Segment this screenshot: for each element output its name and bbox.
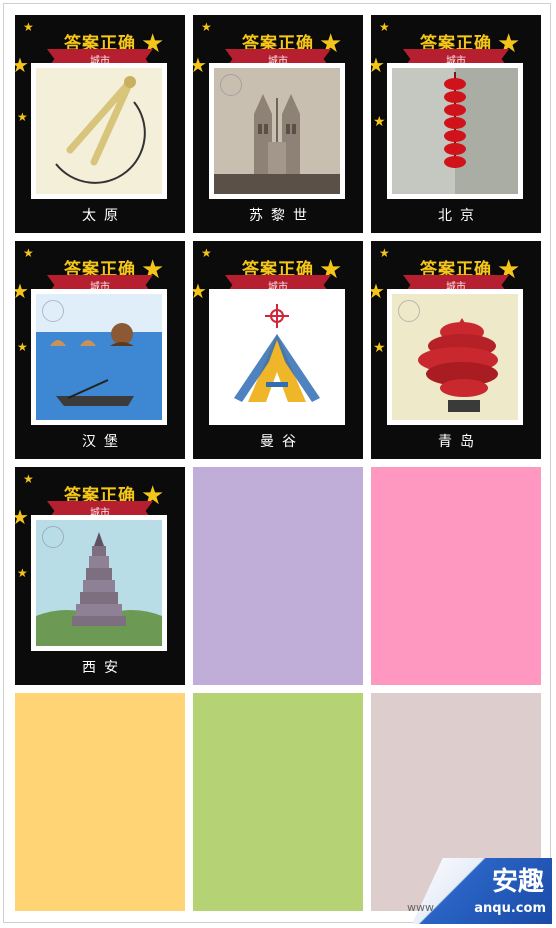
star-icon: ★ xyxy=(373,340,386,356)
star-icon: ★ xyxy=(373,114,386,130)
level-card-beijing[interactable]: ★ ★ ★ ★ 答案正确 城市 北京 xyxy=(371,15,541,233)
puzzle-picture xyxy=(209,289,345,425)
locked-level-tile[interactable] xyxy=(193,693,363,911)
level-card-hamburg[interactable]: ★ ★ ★ ★ 答案正确 城市 汉堡 xyxy=(15,241,185,459)
postmark-icon xyxy=(398,300,420,322)
locked-level-tile[interactable] xyxy=(371,467,541,685)
red-lantern-icon xyxy=(392,68,518,194)
city-name: 西安 xyxy=(82,660,126,676)
temple-a-shape-icon xyxy=(234,304,320,402)
locked-level-tile[interactable] xyxy=(193,467,363,685)
compass-drawing-icon xyxy=(55,76,146,184)
city-name: 青岛 xyxy=(438,434,482,450)
city-name: 曼谷 xyxy=(260,434,304,450)
watermark-logo-text: 安趣 xyxy=(491,867,544,897)
level-card-zurich[interactable]: ★ ★ ★ 答案正确 城市 苏黎世 xyxy=(193,15,363,233)
watermark-site: anqu.com xyxy=(474,901,546,916)
puzzle-picture xyxy=(387,289,523,425)
star-icon: ★ xyxy=(17,340,28,354)
city-name: 汉堡 xyxy=(82,434,126,450)
star-icon: ★ xyxy=(17,566,28,580)
level-card-xian[interactable]: ★ ★ ★ ★ 答案正确 城市 西安 xyxy=(15,467,185,685)
city-name: 北京 xyxy=(438,208,482,224)
puzzle-picture xyxy=(209,63,345,199)
level-card-qingdao[interactable]: ★ ★ ★ ★ 答案正确 城市 青岛 xyxy=(371,241,541,459)
puzzle-picture xyxy=(387,63,523,199)
postmark-icon xyxy=(42,300,64,322)
postmark-icon xyxy=(220,74,242,96)
postmark-icon xyxy=(42,526,64,548)
watermark-prefix: www xyxy=(407,901,434,914)
city-name: 苏黎世 xyxy=(249,208,315,224)
level-card-bangkok[interactable]: ★ ★ ★ 答案正确 城市 曼谷 xyxy=(193,241,363,459)
star-icon: ★ xyxy=(17,110,28,124)
puzzle-picture xyxy=(31,289,167,425)
puzzle-picture xyxy=(31,515,167,651)
locked-level-tile[interactable] xyxy=(15,693,185,911)
puzzle-picture xyxy=(31,63,167,199)
city-name: 太原 xyxy=(82,208,126,224)
level-card-taiyuan[interactable]: ★ ★ ★ ★ 答案正确 城市 太原 xyxy=(15,15,185,233)
